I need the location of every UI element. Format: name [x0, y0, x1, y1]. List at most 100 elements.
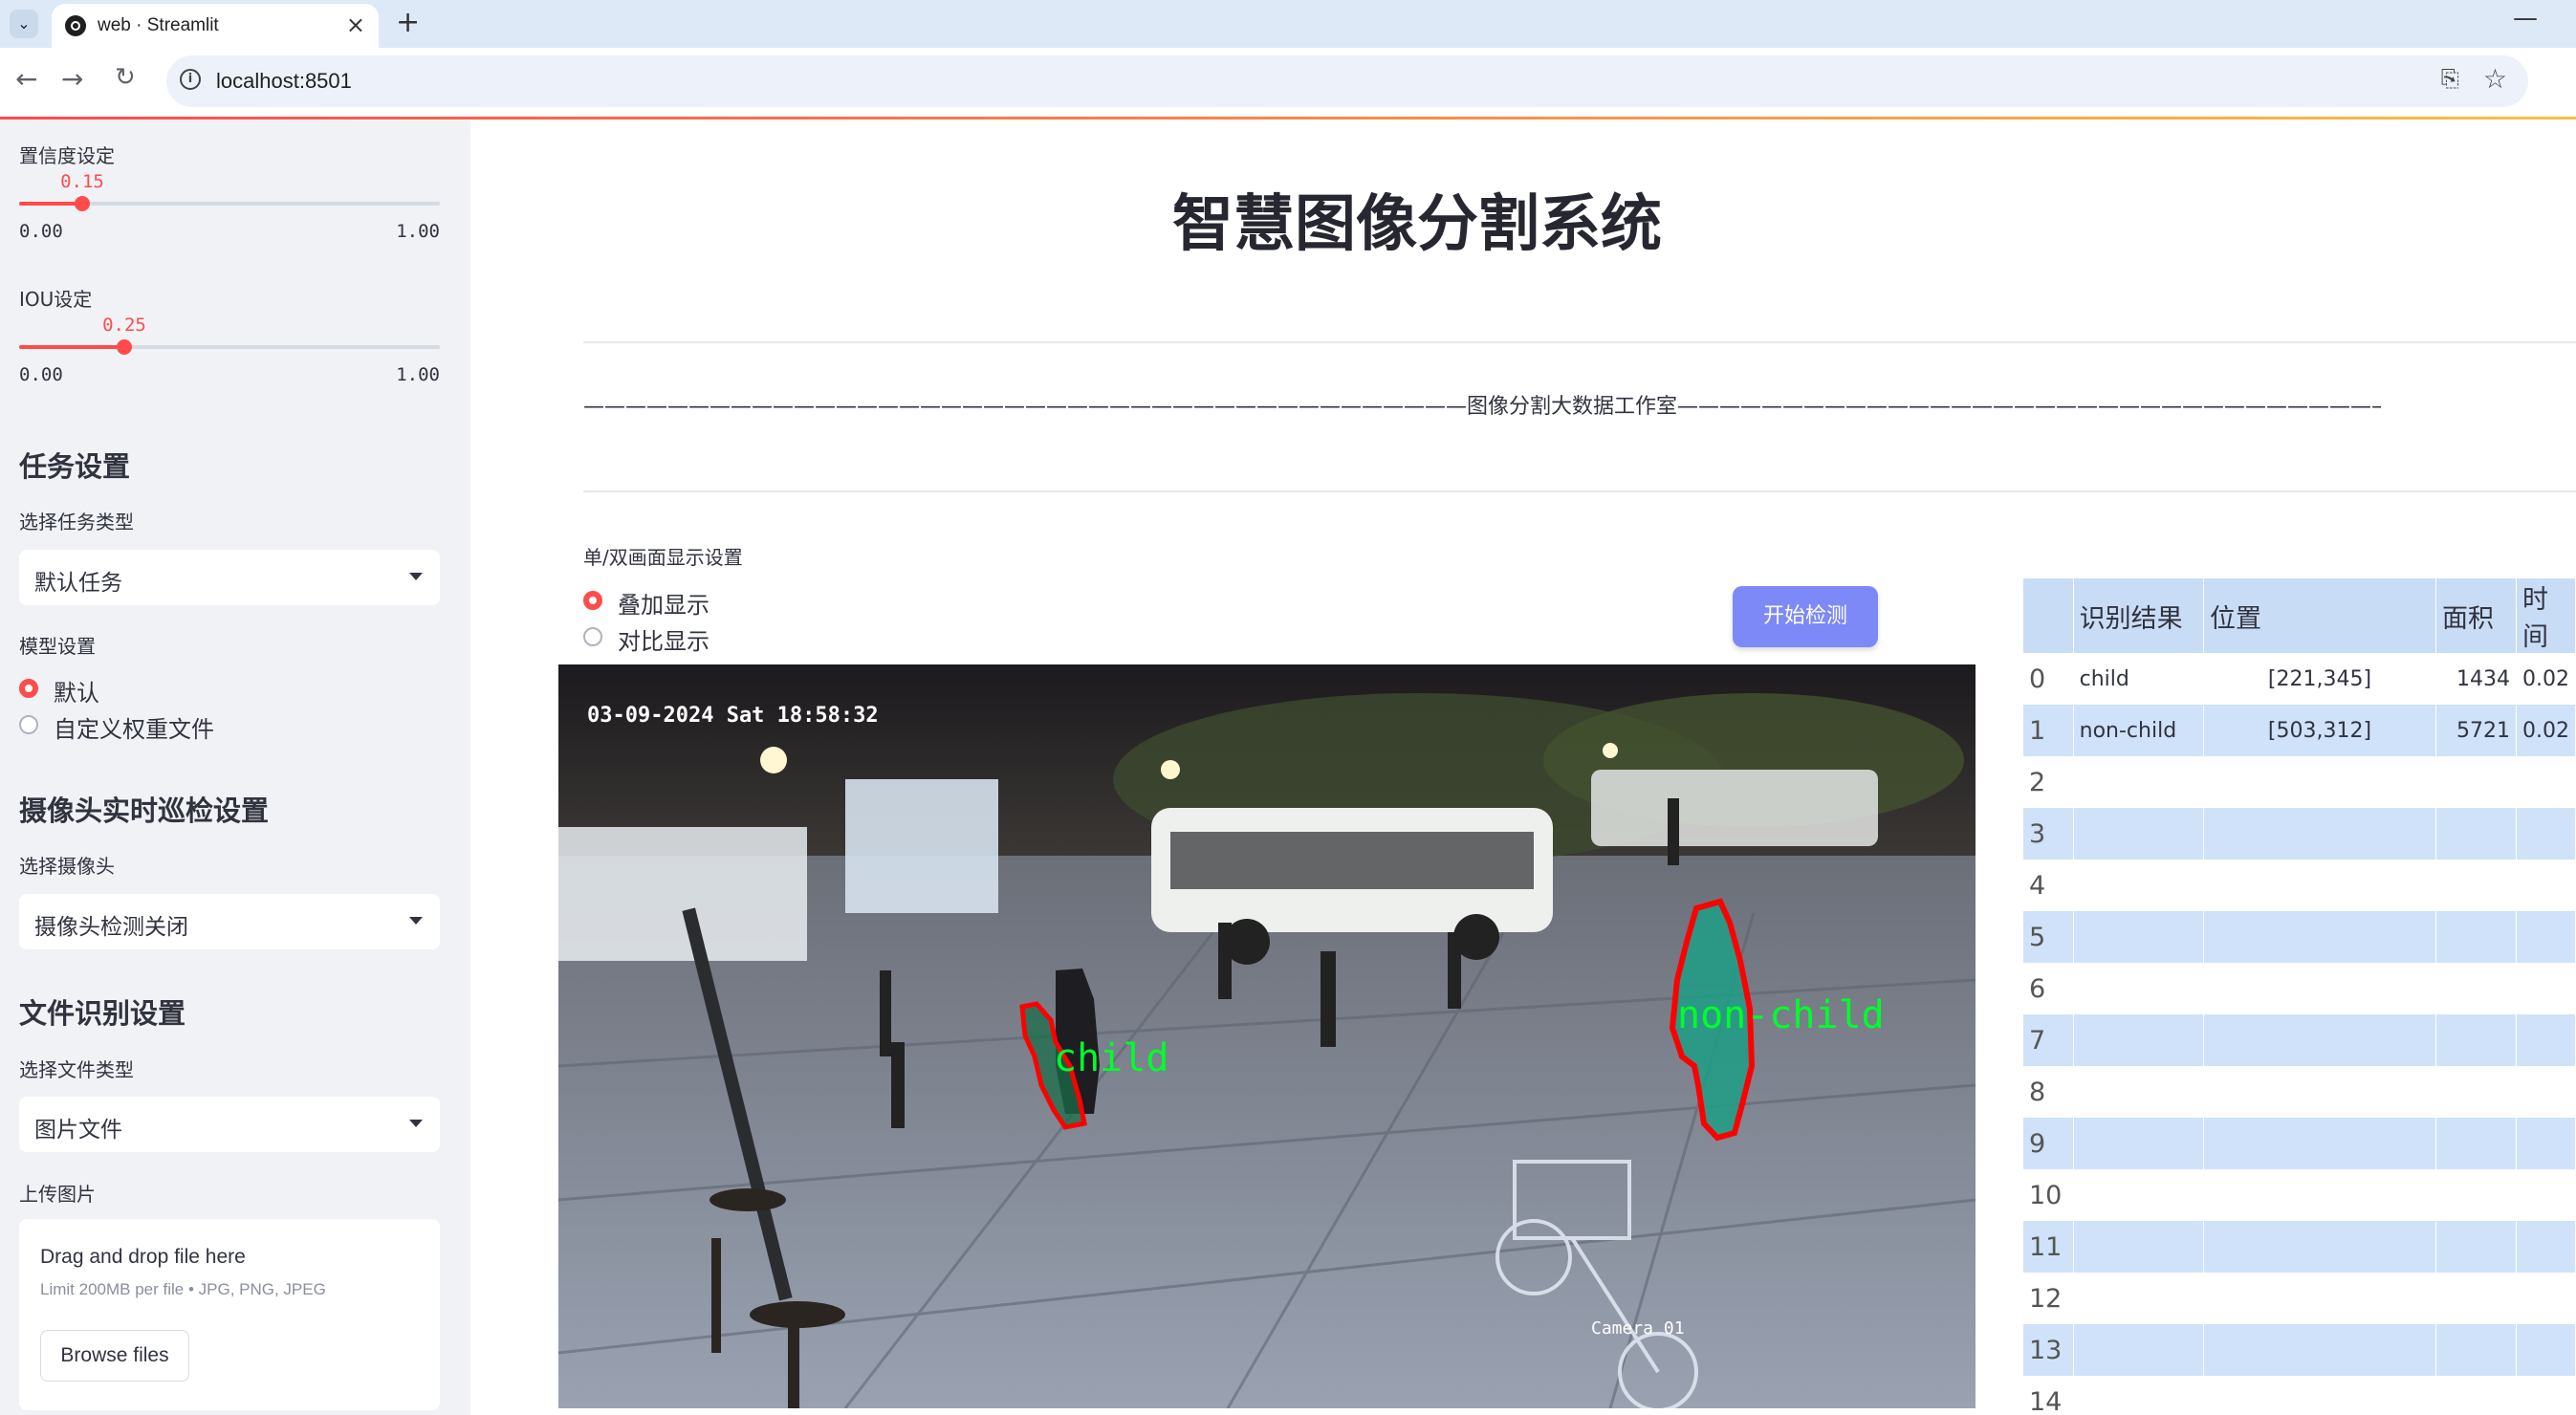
studio-divider-text: ————————————————————————————————————————…	[583, 395, 2381, 419]
table-row: 0 child [221,345] 1434 0.02	[2023, 653, 2576, 705]
divider-line	[583, 490, 2576, 492]
table-row: 1 non-child [503,312] 5721 0.02	[2023, 705, 2576, 756]
url-text[interactable]: localhost:8501	[216, 69, 352, 94]
tab-search-button[interactable]: ⌄	[10, 10, 38, 38]
table-cell	[2516, 1324, 2576, 1376]
table-cell	[2435, 963, 2518, 1014]
file-settings-heading: 文件识别设置	[19, 997, 186, 1030]
file-type-value: 图片文件	[34, 1118, 122, 1143]
table-row: 11	[2023, 1221, 2576, 1273]
table-cell	[2516, 911, 2576, 963]
radio-label: 叠加显示	[618, 592, 709, 619]
table-cell	[2516, 1376, 2576, 1415]
table-cell	[2516, 756, 2576, 808]
table-cell: 7	[2023, 1014, 2074, 1066]
back-arrow-icon[interactable]: ←	[15, 63, 37, 95]
slider-thumb[interactable]	[117, 339, 132, 355]
table-cell: 2	[2023, 756, 2074, 808]
main-content: 智慧图像分割系统 ———————————————————————————————…	[470, 120, 2576, 1415]
confidence-slider[interactable]: 0.15 0.00 1.00	[19, 171, 440, 242]
start-detection-button[interactable]: 开始检测	[1733, 586, 1878, 647]
table-cell	[2073, 911, 2204, 963]
table-cell: 1	[2023, 705, 2074, 756]
radio-unselected-icon[interactable]	[19, 715, 38, 734]
task-type-select[interactable]: 默认任务	[19, 550, 440, 605]
non-child-detection-label: non-child	[1677, 993, 1885, 1037]
table-cell: 1434	[2435, 653, 2518, 705]
table-cell	[2435, 860, 2518, 911]
table-cell	[2203, 1066, 2436, 1118]
table-cell	[2203, 756, 2436, 808]
result-header[interactable]: 识别结果	[2073, 578, 2204, 653]
file-type-select[interactable]: 图片文件	[19, 1097, 440, 1152]
table-row: 6	[2023, 963, 2576, 1014]
time-header[interactable]: 时间	[2516, 578, 2576, 653]
camera-name-label: Camera 01	[1591, 1318, 1685, 1339]
task-type-label: 选择任务类型	[19, 511, 134, 533]
table-cell	[2435, 1118, 2518, 1169]
radio-selected-icon[interactable]	[19, 679, 38, 698]
table-cell	[2435, 756, 2518, 808]
table-cell: 5721	[2435, 705, 2518, 756]
table-row: 9	[2023, 1118, 2576, 1169]
table-row: 3	[2023, 808, 2576, 860]
table-cell	[2435, 1324, 2518, 1376]
table-cell	[2516, 860, 2576, 911]
browser-tab[interactable]: web · Streamlit ×	[52, 4, 379, 48]
reload-icon[interactable]: ↻	[115, 63, 136, 92]
table-cell	[2435, 1376, 2518, 1415]
confidence-label: 置信度设定	[19, 144, 115, 167]
iou-slider[interactable]: 0.25 0.00 1.00	[19, 315, 440, 385]
iou-label: IOU设定	[19, 288, 93, 311]
browse-files-button[interactable]: Browse files	[40, 1330, 189, 1382]
translate-icon[interactable]: ⎘	[2441, 65, 2459, 92]
forward-arrow-icon[interactable]: →	[61, 63, 83, 95]
site-info-icon[interactable]: i	[180, 69, 201, 90]
table-cell	[2203, 911, 2436, 963]
table-cell: 13	[2023, 1324, 2074, 1376]
table-cell: 8	[2023, 1066, 2074, 1118]
table-cell: 12	[2023, 1273, 2074, 1324]
table-cell	[2516, 1066, 2576, 1118]
slider-thumb[interactable]	[75, 196, 90, 211]
table-cell	[2073, 1169, 2204, 1221]
table-cell	[2073, 1273, 2204, 1324]
table-row: 2	[2023, 756, 2576, 808]
table-cell: [503,312]	[2203, 705, 2436, 756]
table-cell	[2073, 860, 2204, 911]
table-cell: [221,345]	[2203, 653, 2436, 705]
url-field[interactable]: i localhost:8501 ⎘ ☆	[166, 55, 2528, 107]
radio-selected-icon[interactable]	[583, 591, 602, 610]
table-row: 13	[2023, 1324, 2576, 1376]
bookmark-star-icon[interactable]: ☆	[2483, 63, 2507, 95]
table-cell	[2516, 1118, 2576, 1169]
file-dropzone[interactable]: Drag and drop file here Limit 200MB per …	[19, 1219, 440, 1410]
table-cell	[2435, 1221, 2518, 1273]
table-cell	[2203, 1169, 2436, 1221]
slider-min: 0.00	[19, 221, 63, 242]
table-cell: 0.02	[2516, 705, 2576, 756]
table-cell	[2203, 1014, 2436, 1066]
camera-select-value: 摄像头检测关闭	[34, 915, 188, 940]
table-cell: 0	[2023, 653, 2074, 705]
table-row: 4	[2023, 860, 2576, 911]
radio-unselected-icon[interactable]	[583, 627, 602, 646]
table-cell	[2435, 808, 2518, 860]
chevron-down-icon	[409, 917, 423, 925]
chevron-down-icon	[409, 573, 423, 580]
table-cell: 3	[2023, 808, 2074, 860]
table-row: 12	[2023, 1273, 2576, 1324]
area-header[interactable]: 面积	[2435, 578, 2518, 653]
close-tab-icon[interactable]: ×	[346, 11, 365, 38]
table-cell: 11	[2023, 1221, 2074, 1273]
dropzone-text: Drag and drop file here	[40, 1246, 246, 1268]
camera-settings-heading: 摄像头实时巡检设置	[19, 795, 270, 827]
new-tab-icon[interactable]: +	[396, 6, 420, 39]
table-cell	[2203, 963, 2436, 1014]
table-cell	[2203, 1221, 2436, 1273]
table-cell: 5	[2023, 911, 2074, 963]
position-header[interactable]: 位置	[2203, 578, 2436, 653]
minimize-window-icon[interactable]: —	[2513, 4, 2538, 33]
radio-label: 默认	[54, 680, 99, 707]
camera-select[interactable]: 摄像头检测关闭	[19, 894, 440, 949]
